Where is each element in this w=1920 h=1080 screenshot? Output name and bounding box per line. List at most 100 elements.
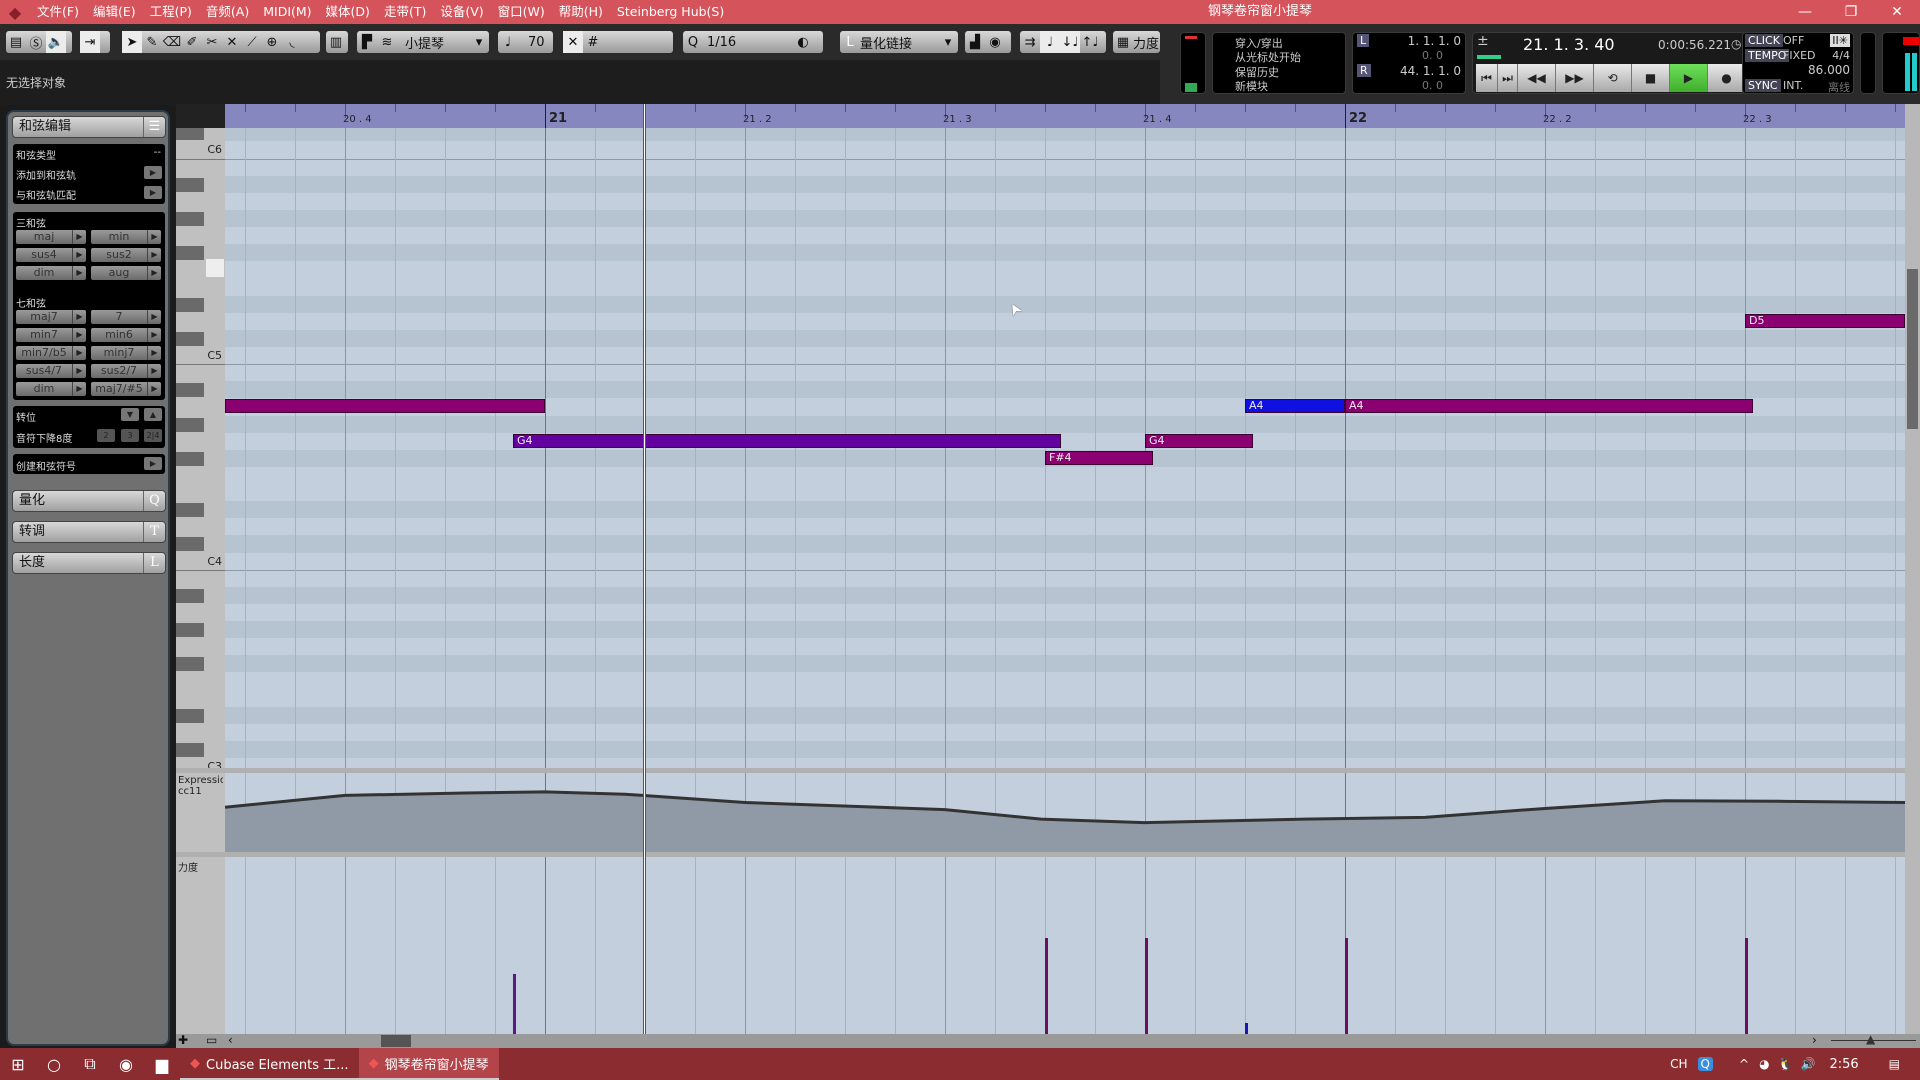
menu-item[interactable]: 工程(P) — [143, 0, 199, 24]
midi-note-a4[interactable]: A4 — [1245, 399, 1345, 414]
black-key[interactable] — [176, 211, 204, 226]
close-button[interactable]: ✕ — [1874, 0, 1920, 24]
click-label[interactable]: CLICK — [1745, 34, 1783, 47]
black-key[interactable] — [176, 623, 204, 638]
rewind-button[interactable]: ◀◀ — [1518, 64, 1556, 92]
chord-play-icon[interactable]: ▶ — [72, 364, 86, 378]
midi-note-a4[interactable] — [225, 399, 545, 414]
chord-play-icon[interactable]: ▶ — [72, 382, 86, 396]
menu-item[interactable]: 走带(T) — [377, 0, 433, 24]
black-key[interactable] — [176, 451, 204, 466]
note-off-icon[interactable]: ↑♩ — [1080, 31, 1100, 53]
menu-item[interactable]: MIDI(M) — [256, 0, 318, 24]
drop-3-button[interactable]: 3 — [121, 429, 139, 442]
chord-play-icon[interactable]: ▶ — [147, 346, 161, 360]
color-scheme-selector[interactable]: ▦ 力度 — [1113, 31, 1160, 53]
velocity-bar[interactable] — [1245, 1023, 1248, 1034]
inversion-down-button[interactable]: ▼ — [121, 408, 139, 421]
midi-note-g4[interactable]: G4 — [513, 433, 1061, 448]
scroll-left-icon[interactable]: ‹ — [228, 1033, 233, 1047]
black-key[interactable] — [176, 417, 204, 432]
midi-note-fs4[interactable]: F#4 — [1045, 450, 1153, 465]
tempo-value[interactable]: 86.000 — [1808, 63, 1850, 77]
midi-note-a4[interactable]: A4 — [1345, 399, 1753, 414]
playhead-cursor[interactable] — [643, 104, 646, 1034]
note-grid[interactable]: G4 F#4 G4 A4 A4 D5 ➤ — [225, 128, 1905, 768]
chord-button-7[interactable]: 7 ▶ — [91, 310, 161, 324]
chord-play-icon[interactable]: ▶ — [147, 248, 161, 262]
chord-play-icon[interactable]: ▶ — [147, 364, 161, 378]
black-key[interactable] — [176, 657, 204, 672]
velocity-bar[interactable] — [1345, 938, 1348, 1034]
velocity-lane[interactable] — [225, 857, 1905, 1034]
cortana-icon[interactable]: ○ — [36, 1055, 72, 1074]
glue-tool-icon[interactable]: ⟋ — [242, 31, 262, 53]
chord-play-icon[interactable]: ▶ — [72, 230, 86, 244]
zoom-tool-icon[interactable]: ⊕ — [262, 31, 282, 53]
windows-start-icon[interactable]: ⊞ — [0, 1055, 36, 1074]
velocity-bar[interactable] — [1145, 938, 1148, 1034]
nudge-plus-icon[interactable]: ± — [1477, 33, 1489, 49]
chord-play-icon[interactable]: ▶ — [72, 248, 86, 262]
chord-button-min7b5[interactable]: min7/b5 ▶ — [16, 346, 86, 360]
chord-button-sus27[interactable]: sus2/7 ▶ — [91, 364, 161, 378]
ime-indicator[interactable]: CH — [1670, 1057, 1687, 1071]
quantize-section[interactable]: 量化 Q — [12, 490, 166, 512]
maximize-button[interactable]: ❐ — [1828, 0, 1874, 24]
snap-icon[interactable]: ✕ — [563, 31, 583, 53]
taskbar-app-piano-roll[interactable]: ◆ 钢琴卷帘窗小提琴 — [358, 1048, 499, 1080]
chord-button-maj75[interactable]: maj7/#5 ▶ — [91, 382, 161, 396]
chord-button-dim[interactable]: dim ▶ — [16, 382, 86, 396]
file-explorer-icon[interactable]: ▆ — [144, 1055, 180, 1074]
track-selector[interactable]: ▛ ≋ 小提琴 ▾ — [357, 31, 489, 53]
cc11-lane[interactable] — [225, 773, 1905, 852]
quantize-apply-icon[interactable]: ◐ — [793, 31, 813, 53]
inversion-up-button[interactable]: ▲ — [144, 408, 162, 421]
quantize-selector[interactable]: Q 1/16 ◐ — [683, 31, 823, 53]
quantize-link-selector[interactable]: L 量化链接 ▾ — [840, 31, 958, 53]
obs-icon[interactable]: ◕ — [1759, 1057, 1769, 1071]
pitch-record-icon[interactable]: ♩ — [1040, 31, 1060, 53]
tray-expand-icon[interactable]: ^ — [1739, 1057, 1749, 1071]
go-to-start-button[interactable]: ⏮ — [1476, 64, 1498, 92]
transpose-section[interactable]: 转调 T — [12, 521, 166, 543]
time-signature[interactable]: 4/4 — [1832, 49, 1850, 62]
color-lane-icon[interactable]: ▥ — [326, 31, 346, 53]
record-button[interactable]: ● — [1708, 64, 1746, 92]
black-key[interactable] — [176, 331, 204, 346]
lane-preset-icon[interactable]: ▭ — [206, 1033, 217, 1047]
step-input-icon[interactable]: ▟ — [965, 31, 985, 53]
start-from-cursor[interactable]: 从光标处开始 — [1235, 49, 1301, 65]
chord-button-aug[interactable]: aug ▶ — [91, 266, 161, 280]
menu-item[interactable]: 帮助(H) — [552, 0, 610, 24]
midi-input-icon[interactable]: ◉ — [985, 31, 1005, 53]
chord-play-icon[interactable]: ▶ — [72, 328, 86, 342]
taskbar-app-cubase[interactable]: ◆ Cubase Elements 工... — [180, 1048, 359, 1080]
autoscroll-icon[interactable]: ⇥ — [80, 31, 100, 53]
chord-editing-menu-icon[interactable]: ☰ — [143, 117, 165, 137]
mute-tool-icon[interactable]: ✕ — [222, 31, 242, 53]
left-locator-icon[interactable]: L — [1357, 34, 1370, 47]
black-key[interactable] — [176, 246, 204, 261]
chord-button-sus47[interactable]: sus4/7 ▶ — [16, 364, 86, 378]
horizontal-scrollbar[interactable]: ✚ ▭ ‹ › ▲ — [176, 1032, 1920, 1048]
menu-item[interactable]: 文件(F) — [30, 0, 86, 24]
insert-velocity[interactable]: ♩ 70 — [498, 31, 553, 53]
chord-editing-header[interactable]: 和弦编辑 ☰ — [12, 116, 166, 138]
clock[interactable]: 2:56 — [1829, 1057, 1858, 1072]
vertical-scroll-thumb[interactable] — [1907, 269, 1918, 429]
right-locator-icon[interactable]: R — [1357, 64, 1371, 77]
chord-play-icon[interactable]: ▶ — [72, 346, 86, 360]
chord-play-icon[interactable]: ▶ — [147, 266, 161, 280]
velocity-bar[interactable] — [1745, 938, 1748, 1034]
cc-lane-label[interactable]: Expression cc11 — [176, 773, 225, 852]
drop-24-button[interactable]: 2|4 — [144, 429, 162, 442]
move-insert-icon[interactable]: ⇉ — [1020, 31, 1040, 53]
chord-play-icon[interactable]: ▶ — [72, 310, 86, 324]
menu-item[interactable]: 媒体(D) — [319, 0, 377, 24]
black-key[interactable] — [176, 588, 204, 603]
position-bars[interactable]: 21. 1. 3. 40 — [1523, 35, 1615, 54]
new-part[interactable]: 新模块 — [1235, 78, 1268, 94]
object-select-tool-icon[interactable]: ➤ — [122, 31, 142, 53]
midi-note-d5[interactable]: D5 — [1745, 313, 1905, 328]
